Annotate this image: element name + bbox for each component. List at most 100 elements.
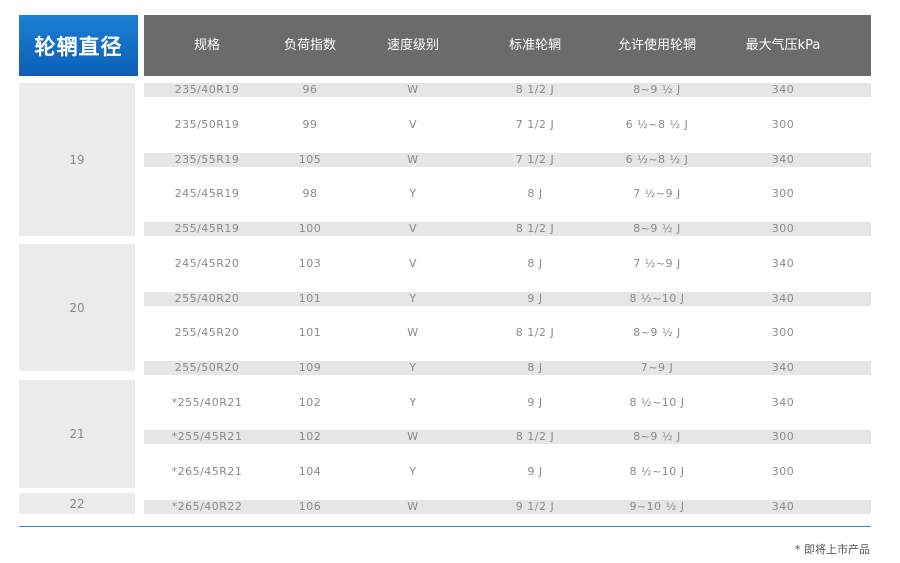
spec-cell: 245/45R19 xyxy=(174,187,240,200)
max-pressure-cell: 340 xyxy=(771,396,795,409)
table-row: *265/45R21 104 Y 9 J 8 ½~10 J 300 xyxy=(144,465,871,479)
standard-rim-cell: 9 J xyxy=(527,396,543,409)
max-pressure-cell: 340 xyxy=(771,361,795,374)
allowed-rim-cell: 8 ½~10 J xyxy=(629,292,685,305)
table-row: *255/40R21 102 Y 9 J 8 ½~10 J 340 xyxy=(144,396,871,410)
spec-cell: *265/45R21 xyxy=(171,465,243,478)
column-header-allowed-rim: 允许使用轮辋 xyxy=(617,38,697,53)
speed-rating-cell: V xyxy=(408,257,418,270)
spec-cell: *255/40R21 xyxy=(171,396,243,409)
allowed-rim-cell: 7~9 J xyxy=(640,361,674,374)
speed-rating-cell: W xyxy=(407,326,419,339)
table-row: 245/45R20 103 V 8 J 7 ½~9 J 340 xyxy=(144,257,871,271)
table-row: *255/45R21 102 W 8 1/2 J 8~9 ½ J 300 xyxy=(144,430,871,444)
standard-rim-cell: 7 1/2 J xyxy=(515,153,555,166)
spec-cell: 235/40R19 xyxy=(174,83,240,96)
standard-rim-cell: 9 J xyxy=(527,292,543,305)
standard-rim-cell: 8 J xyxy=(527,257,543,270)
standard-rim-cell: 8 J xyxy=(527,361,543,374)
allowed-rim-cell: 9~10 ½ J xyxy=(629,500,685,513)
load-index-cell: 101 xyxy=(298,326,322,339)
speed-rating-cell: W xyxy=(407,153,419,166)
load-index-cell: 109 xyxy=(298,361,322,374)
load-index-cell: 96 xyxy=(302,83,318,96)
rim-diameter-cell: 19 xyxy=(19,83,135,236)
speed-rating-cell: Y xyxy=(409,361,417,374)
speed-rating-cell: Y xyxy=(409,187,417,200)
speed-rating-cell: Y xyxy=(409,292,417,305)
table-row: 235/55R19 105 W 7 1/2 J 6 ½~8 ½ J 340 xyxy=(144,153,871,167)
spec-cell: 255/50R20 xyxy=(174,361,240,374)
table-row: 245/45R19 98 Y 8 J 7 ½~9 J 300 xyxy=(144,187,871,201)
max-pressure-cell: 340 xyxy=(771,83,795,96)
load-index-cell: 105 xyxy=(298,153,322,166)
allowed-rim-cell: 7 ½~9 J xyxy=(633,187,681,200)
allowed-rim-cell: 7 ½~9 J xyxy=(633,257,681,270)
allowed-rim-cell: 6 ½~8 ½ J xyxy=(625,118,689,131)
load-index-cell: 103 xyxy=(298,257,322,270)
max-pressure-cell: 300 xyxy=(771,430,795,443)
load-index-cell: 101 xyxy=(298,292,322,305)
speed-rating-cell: W xyxy=(407,83,419,96)
speed-rating-cell: V xyxy=(408,118,418,131)
speed-rating-cell: W xyxy=(407,500,419,513)
max-pressure-cell: 300 xyxy=(771,465,795,478)
max-pressure-cell: 300 xyxy=(771,118,795,131)
spec-cell: 235/50R19 xyxy=(174,118,240,131)
standard-rim-cell: 8 J xyxy=(527,187,543,200)
column-header-bar: 规格 负荷指数 速度级别 标准轮辋 允许使用轮辋 最大气压kPa xyxy=(144,15,871,76)
allowed-rim-cell: 8~9 ½ J xyxy=(633,83,681,96)
max-pressure-cell: 340 xyxy=(771,153,795,166)
standard-rim-cell: 9 J xyxy=(527,465,543,478)
speed-rating-cell: Y xyxy=(409,396,417,409)
max-pressure-cell: 340 xyxy=(771,500,795,513)
max-pressure-cell: 300 xyxy=(771,222,795,235)
allowed-rim-cell: 8 ½~10 J xyxy=(629,465,685,478)
standard-rim-cell: 8 1/2 J xyxy=(515,326,555,339)
spec-cell: 255/45R20 xyxy=(174,326,240,339)
spec-cell: 255/45R19 xyxy=(174,222,240,235)
table-row: 255/40R20 101 Y 9 J 8 ½~10 J 340 xyxy=(144,292,871,306)
table-row: 235/40R19 96 W 8 1/2 J 8~9 ½ J 340 xyxy=(144,83,871,97)
spec-cell: 255/40R20 xyxy=(174,292,240,305)
table-title: 轮辋直径 xyxy=(19,15,138,76)
table-row: 255/45R20 101 W 8 1/2 J 8~9 ½ J 300 xyxy=(144,326,871,340)
table-row: *265/40R22 106 W 9 1/2 J 9~10 ½ J 340 xyxy=(144,500,871,514)
allowed-rim-cell: 8~9 ½ J xyxy=(633,430,681,443)
standard-rim-cell: 7 1/2 J xyxy=(515,118,555,131)
speed-rating-cell: W xyxy=(407,430,419,443)
spec-cell: 245/45R20 xyxy=(174,257,240,270)
load-index-cell: 98 xyxy=(302,187,318,200)
rim-diameter-cell: 20 xyxy=(19,244,135,371)
load-index-cell: 100 xyxy=(298,222,322,235)
load-index-cell: 106 xyxy=(298,500,322,513)
rim-diameter-cell: 21 xyxy=(19,380,135,488)
column-header-speed-rating: 速度级别 xyxy=(386,38,440,53)
max-pressure-cell: 300 xyxy=(771,326,795,339)
table-row: 255/50R20 109 Y 8 J 7~9 J 340 xyxy=(144,361,871,375)
load-index-cell: 104 xyxy=(298,465,322,478)
bottom-divider xyxy=(19,526,871,527)
column-header-spec: 规格 xyxy=(193,38,221,53)
table-row: 235/50R19 99 V 7 1/2 J 6 ½~8 ½ J 300 xyxy=(144,118,871,132)
allowed-rim-cell: 6 ½~8 ½ J xyxy=(625,153,689,166)
allowed-rim-cell: 8~9 ½ J xyxy=(633,326,681,339)
standard-rim-cell: 8 1/2 J xyxy=(515,222,555,235)
load-index-cell: 102 xyxy=(298,396,322,409)
column-header-load-index: 负荷指数 xyxy=(283,38,337,53)
load-index-cell: 102 xyxy=(298,430,322,443)
max-pressure-cell: 340 xyxy=(771,292,795,305)
load-index-cell: 99 xyxy=(302,118,318,131)
rim-diameter-cell: 22 xyxy=(19,493,135,514)
table-row: 255/45R19 100 V 8 1/2 J 8~9 ½ J 300 xyxy=(144,222,871,236)
footnote: * 即将上市产品 xyxy=(795,543,870,556)
spec-cell: 235/55R19 xyxy=(174,153,240,166)
speed-rating-cell: V xyxy=(408,222,418,235)
standard-rim-cell: 8 1/2 J xyxy=(515,83,555,96)
allowed-rim-cell: 8~9 ½ J xyxy=(633,222,681,235)
standard-rim-cell: 9 1/2 J xyxy=(515,500,555,513)
speed-rating-cell: Y xyxy=(409,465,417,478)
spec-cell: *255/45R21 xyxy=(171,430,243,443)
column-header-max-pressure: 最大气压kPa xyxy=(745,38,821,53)
max-pressure-cell: 340 xyxy=(771,257,795,270)
